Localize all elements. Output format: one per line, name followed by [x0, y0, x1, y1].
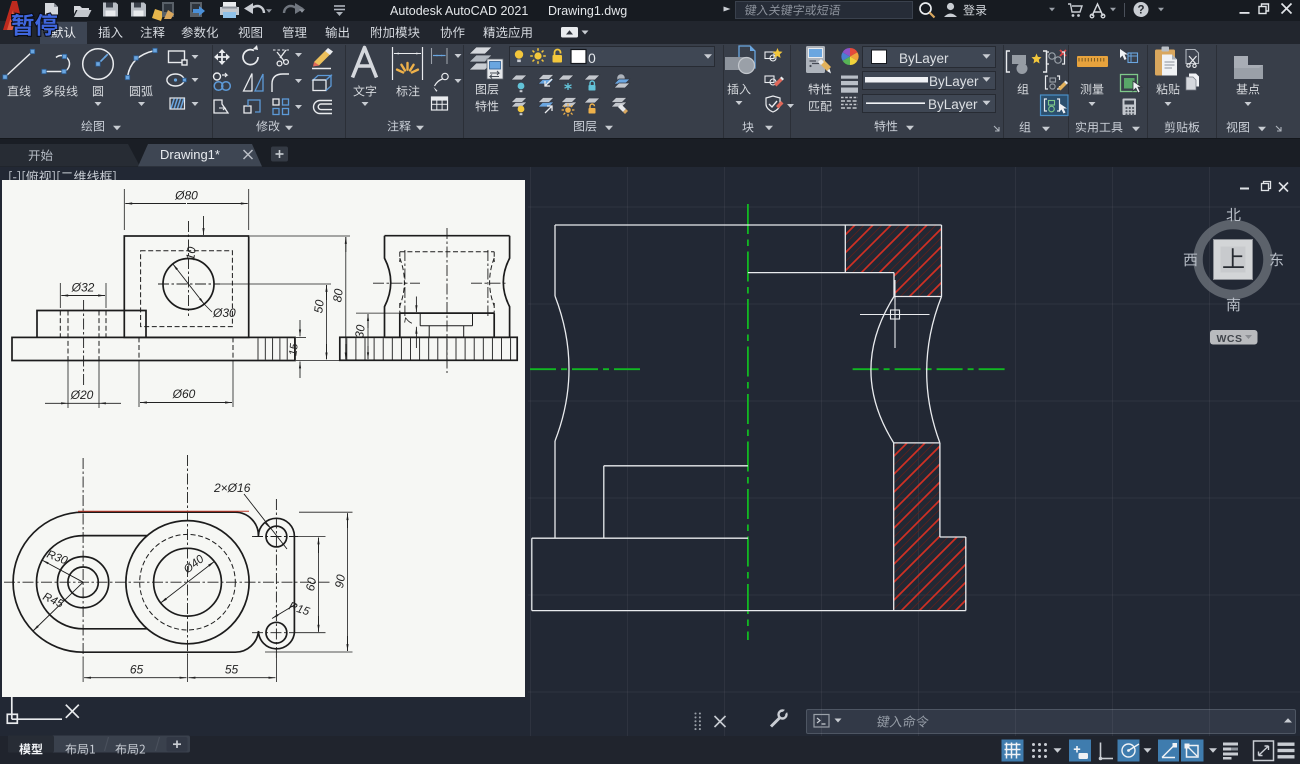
- svg-text:Ø32: Ø32: [71, 281, 95, 295]
- svg-text:65: 65: [130, 663, 144, 677]
- svg-text:2×Ø16: 2×Ø16: [213, 481, 251, 495]
- svg-text:60: 60: [303, 576, 319, 592]
- svg-text:80: 80: [330, 288, 346, 303]
- svg-text:Ø40: Ø40: [181, 553, 207, 577]
- svg-text:10: 10: [183, 246, 199, 261]
- svg-text:Ø60: Ø60: [172, 387, 196, 401]
- svg-text:30: 30: [352, 324, 368, 339]
- svg-text:Ø30: Ø30: [212, 306, 236, 320]
- svg-text:50: 50: [311, 299, 327, 314]
- svg-text:R30: R30: [45, 549, 70, 568]
- svg-text:Ø20: Ø20: [70, 388, 94, 402]
- svg-text:15: 15: [287, 342, 301, 356]
- svg-text:R15: R15: [287, 600, 311, 618]
- svg-text:7: 7: [403, 317, 416, 326]
- svg-text:Ø80: Ø80: [174, 189, 198, 203]
- svg-text:90: 90: [332, 573, 348, 589]
- svg-text:55: 55: [225, 663, 239, 677]
